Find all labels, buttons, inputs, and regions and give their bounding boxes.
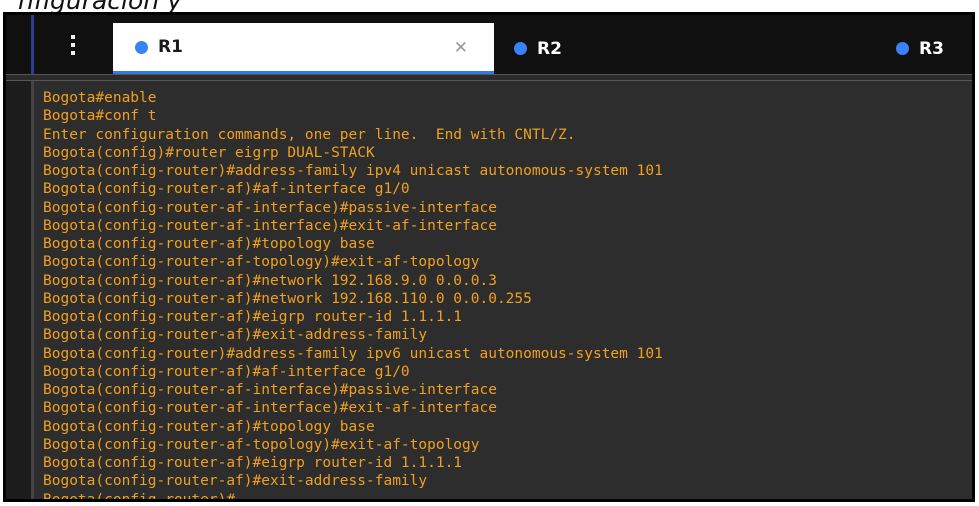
terminal-divider bbox=[6, 74, 972, 81]
terminal-line: Bogota(config-router-af-topology)#exit-a… bbox=[43, 436, 480, 453]
terminal-line: Bogota(config-router-af)#network 192.168… bbox=[43, 290, 532, 307]
terminal-line: Enter configuration commands, one per li… bbox=[43, 126, 576, 143]
terminal-console[interactable]: Bogota#enable Bogota#conf t Enter configur… bbox=[31, 81, 972, 499]
terminal-line: Bogota(config-router)#address-family ipv… bbox=[43, 345, 663, 362]
terminal-line: Bogota(config-router-af)#topology base bbox=[43, 418, 375, 435]
terminal-line: Bogota#enable bbox=[43, 90, 157, 106]
terminal-line: Bogota#conf t bbox=[43, 108, 157, 125]
status-dot-icon bbox=[896, 42, 909, 55]
terminal-line: Bogota(config-router-af-interface)#exit-… bbox=[43, 217, 497, 234]
terminal-line: Bogota(config-router-af-interface)#passi… bbox=[43, 199, 497, 216]
tab-bar: R1 ✕ R2 R3 bbox=[6, 15, 972, 74]
terminal-line: Bogota(config-router-af)#eigrp router-id… bbox=[43, 455, 463, 471]
tab-label: R2 bbox=[537, 38, 562, 59]
menu-button[interactable] bbox=[34, 15, 112, 74]
terminal-line: Bogota(config-router-af)#network 192.168… bbox=[43, 272, 497, 289]
terminal-line: Bogota(config-router-af)#topology base bbox=[43, 236, 375, 252]
status-dot-icon bbox=[135, 40, 148, 54]
tab-label: R1 bbox=[158, 37, 183, 57]
terminal-line: Bogota(config-router-af-interface)#exit-… bbox=[43, 400, 497, 417]
terminal-line: Bogota(config-router-af)#eigrp router-id… bbox=[43, 309, 463, 325]
close-icon[interactable]: ✕ bbox=[454, 38, 468, 58]
terminal-line: Bogota(config-router-af)#exit-address-fa… bbox=[43, 327, 428, 344]
terminal-line: Bogota(config-router-af)#exit-address-fa… bbox=[43, 473, 428, 490]
terminal-line: Bogota(config-router-af)#af-interface g1… bbox=[43, 363, 410, 380]
tab-r3[interactable]: R3 bbox=[896, 23, 976, 74]
tab-r1[interactable]: R1 ✕ bbox=[113, 23, 494, 74]
status-dot-icon bbox=[514, 42, 527, 55]
tab-label: R3 bbox=[919, 38, 944, 59]
terminal-line: Bogota(config-router-af)#af-interface g1… bbox=[43, 181, 410, 198]
terminal-line: Bogota(config)#router eigrp DUAL-STACK bbox=[43, 144, 375, 161]
terminal-window: R1 ✕ R2 R3 Bogota#enable Bogota#conf t Ent… bbox=[3, 12, 975, 502]
terminal-line: Bogota(config-router-af-interface)#passi… bbox=[43, 382, 497, 398]
kebab-menu-icon bbox=[71, 34, 75, 55]
terminal-line: Bogota(config-router)#address-family ipv… bbox=[43, 163, 663, 179]
terminal-line: Bogota(config-router-af-topology)#exit-a… bbox=[43, 254, 480, 271]
terminal-line: Bogota(config-router)# bbox=[43, 491, 972, 500]
tab-r2[interactable]: R2 bbox=[514, 23, 714, 74]
